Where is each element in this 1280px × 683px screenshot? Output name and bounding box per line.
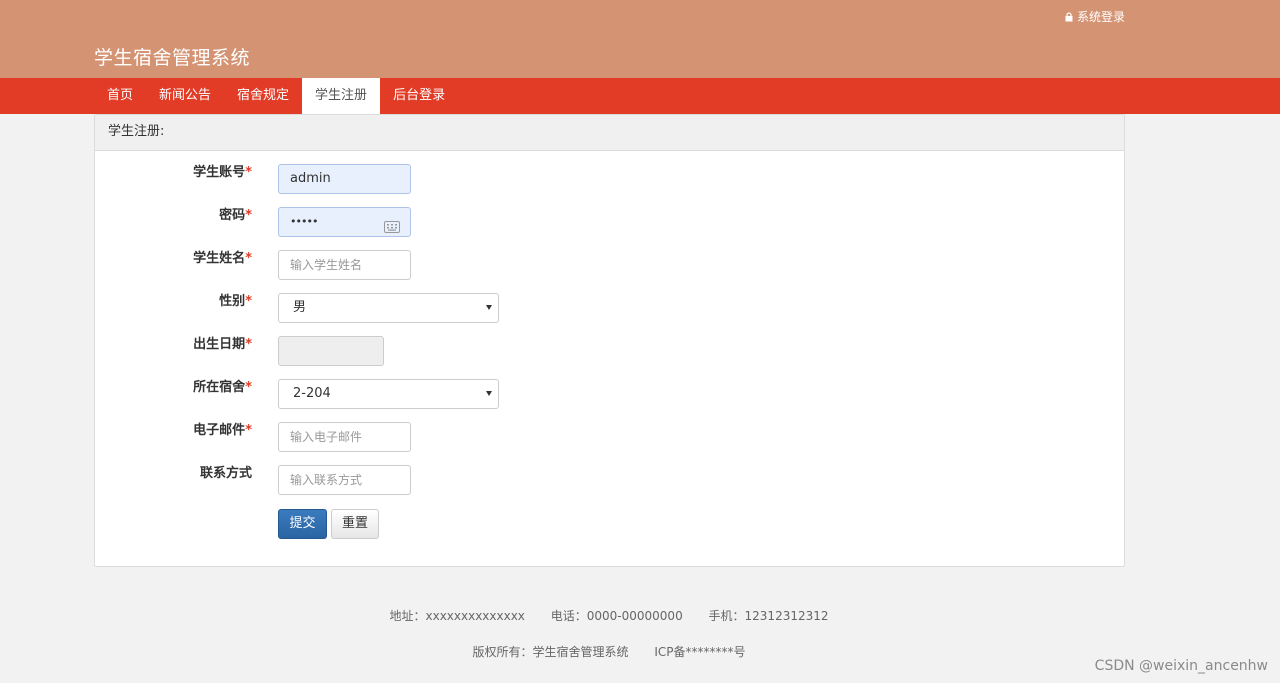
form-row-email: 电子邮件* [95, 422, 1124, 452]
footer-phone: 电话：0000-00000000 [550, 609, 683, 623]
student-name-input[interactable] [278, 250, 411, 280]
form-row-contact: 联系方式 [95, 465, 1124, 495]
name-label: 学生姓名* [193, 251, 252, 266]
register-panel: 学生注册: 学生账号* admin 密码* ••••• 学生姓名* 性别* 男 [94, 114, 1125, 567]
footer-icp: ICP备********号 [654, 645, 746, 659]
nav-item-admin-login[interactable]: 后台登录 [380, 78, 458, 114]
form-row-password: 密码* ••••• [95, 207, 1124, 237]
form-row-account: 学生账号* admin [95, 164, 1124, 194]
birthdate-label: 出生日期* [193, 337, 252, 352]
form-actions: 提交 重置 [95, 509, 1124, 539]
chevron-down-icon [486, 391, 492, 396]
footer-mobile: 手机：12312312312 [708, 609, 829, 623]
keyboard-icon[interactable] [384, 216, 400, 244]
footer-copyright: 版权所有：学生宿舍管理系统 ICP备********号 [0, 643, 1218, 660]
main-nav: 首页 新闻公告 宿舍规定 学生注册 后台登录 [0, 78, 1280, 114]
password-input[interactable]: ••••• [278, 207, 411, 237]
footer-copyright-text: 版权所有：学生宿舍管理系统 [472, 645, 629, 659]
lock-icon [1065, 11, 1073, 22]
site-header: 系统登录 学生宿舍管理系统 [0, 0, 1280, 78]
nav-item-home[interactable]: 首页 [94, 78, 146, 114]
form-row-dorm: 所在宿舍* 2-204 [95, 379, 1124, 409]
chevron-down-icon [486, 305, 492, 310]
csdn-watermark: CSDN @weixin_ancenhw [1094, 658, 1268, 674]
email-label: 电子邮件* [193, 423, 252, 438]
account-label: 学生账号* [193, 165, 252, 180]
site-title: 学生宿舍管理系统 [94, 47, 251, 69]
footer-contact: 地址：xxxxxxxxxxxxxx 电话：0000-00000000 手机：12… [0, 607, 1218, 624]
nav-item-news[interactable]: 新闻公告 [146, 78, 224, 114]
gender-label: 性别* [219, 294, 252, 309]
form-row-birthdate: 出生日期* [95, 336, 1124, 366]
contact-label: 联系方式 [199, 466, 252, 481]
submit-button[interactable]: 提交 [278, 509, 327, 539]
password-label: 密码* [219, 208, 252, 223]
email-input[interactable] [278, 422, 411, 452]
footer-address: 地址：xxxxxxxxxxxxxx [389, 609, 525, 623]
form-row-gender: 性别* 男 [95, 293, 1124, 323]
password-value: ••••• [290, 215, 318, 228]
birthdate-input[interactable] [278, 336, 384, 366]
system-login-link[interactable]: 系统登录 [1065, 8, 1125, 25]
dorm-label: 所在宿舍* [193, 380, 252, 395]
dorm-select[interactable]: 2-204 [278, 379, 499, 409]
form-row-name: 学生姓名* [95, 250, 1124, 280]
system-login-label[interactable]: 系统登录 [1077, 8, 1125, 25]
contact-input[interactable] [278, 465, 411, 495]
dorm-value: 2-204 [293, 386, 331, 401]
account-input[interactable]: admin [278, 164, 411, 194]
gender-value: 男 [293, 300, 307, 315]
gender-select[interactable]: 男 [278, 293, 499, 323]
nav-item-student-register[interactable]: 学生注册 [302, 78, 381, 114]
panel-title: 学生注册: [95, 115, 1124, 151]
reset-button[interactable]: 重置 [331, 509, 379, 539]
nav-item-dorm-rules[interactable]: 宿舍规定 [224, 78, 302, 114]
